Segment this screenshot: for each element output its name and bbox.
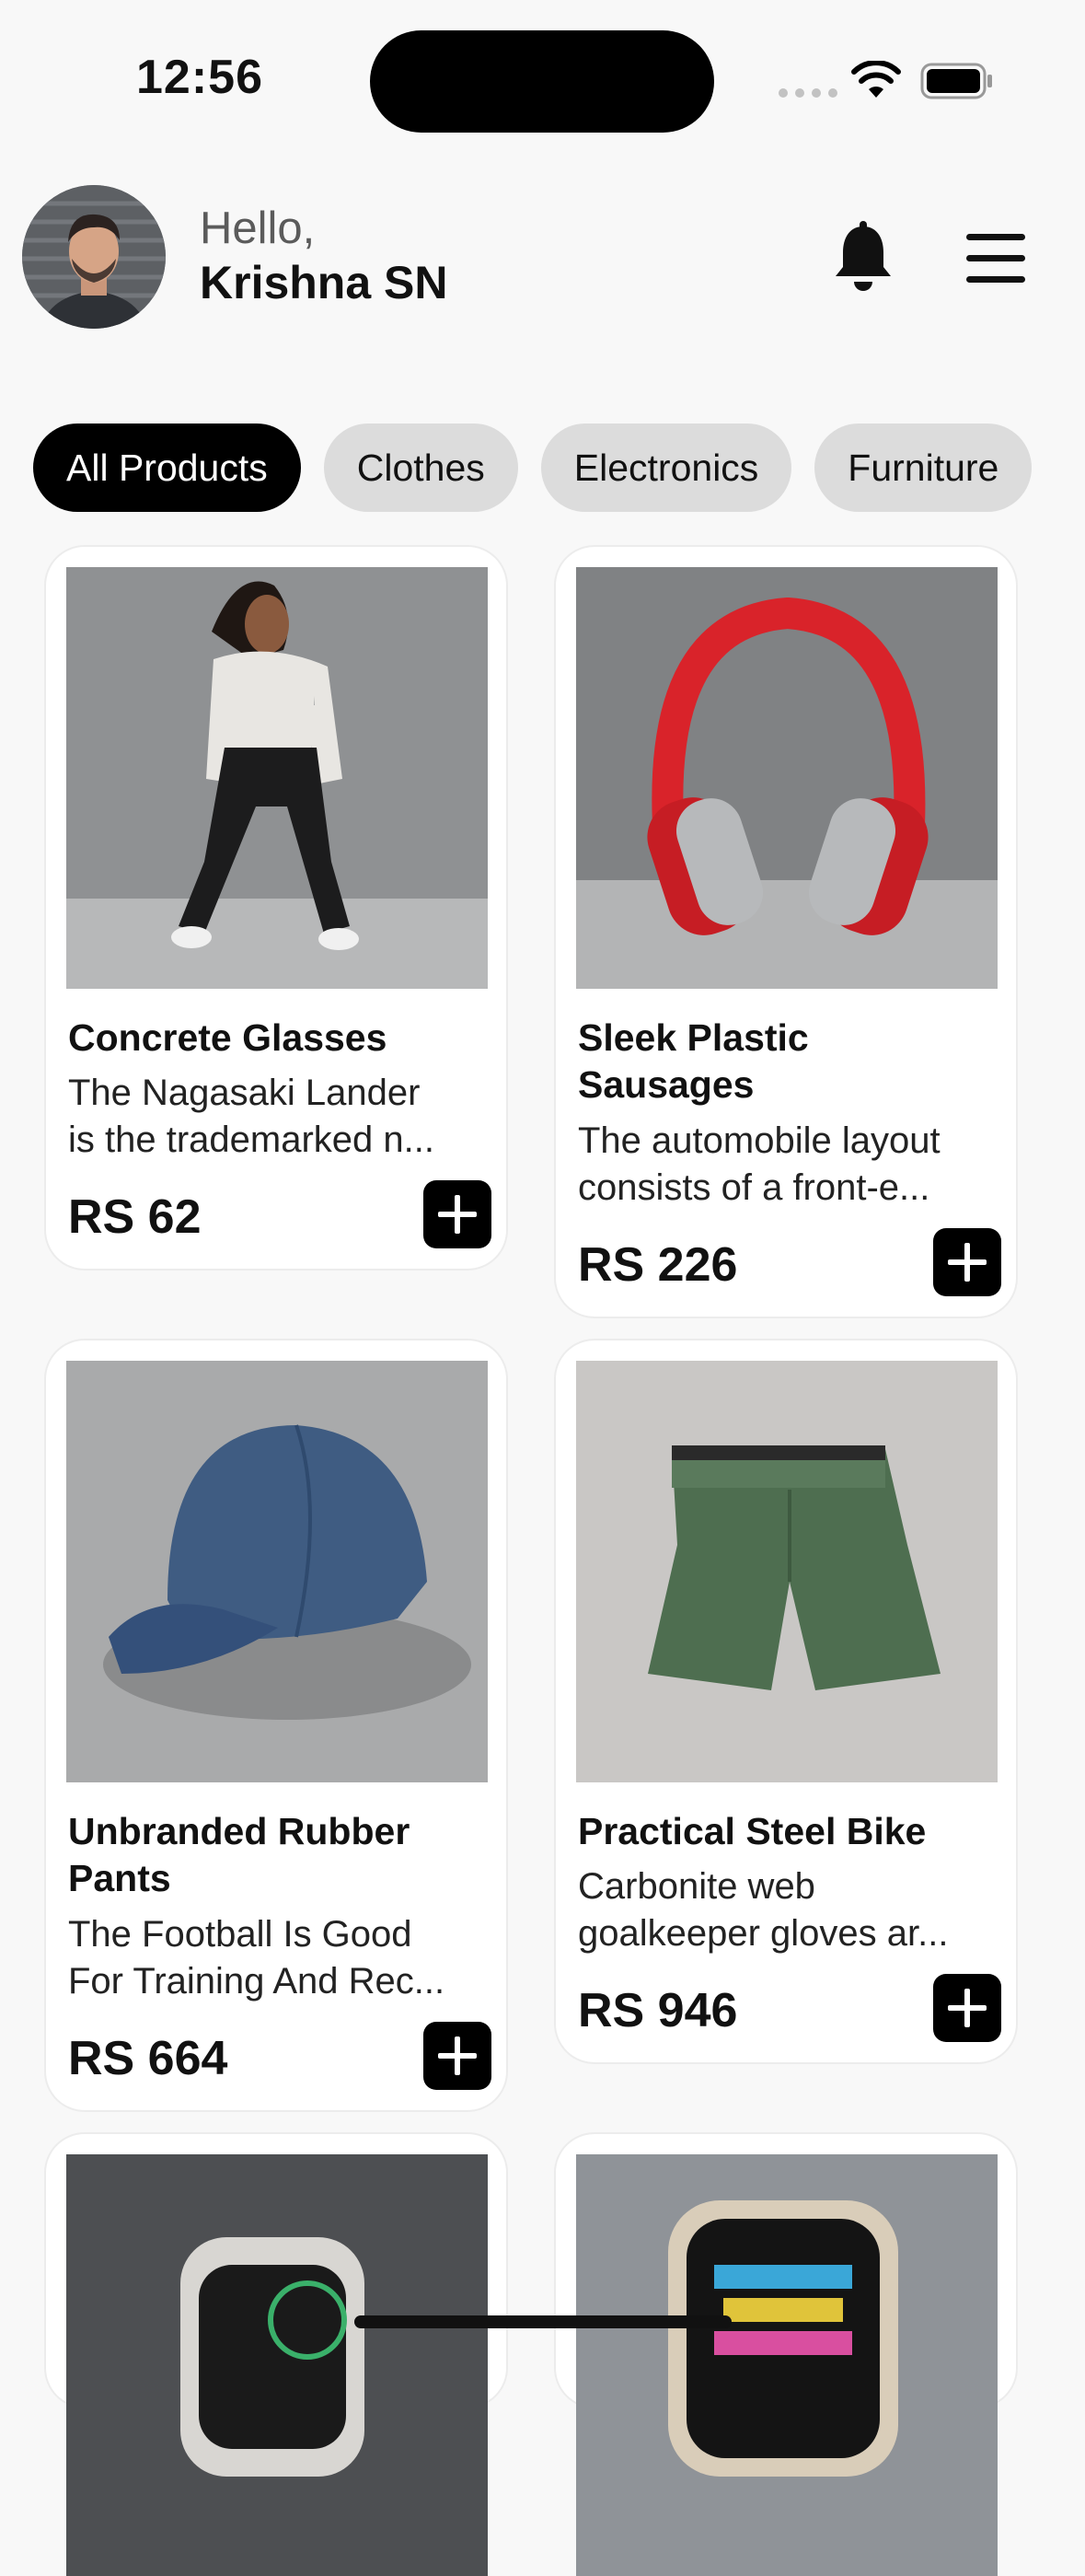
user-name: Krishna SN [200,257,448,308]
product-card[interactable] [44,2132,508,2576]
product-image [66,1361,488,1782]
product-description: The Nagasaki Lander is the trademarked n… [68,1073,434,1160]
wifi-icon [851,61,901,98]
product-price: RS 664 [68,2032,228,2085]
cellular-signal-icon [779,88,837,98]
bell-icon[interactable] [832,221,895,291]
chip-clothes[interactable]: Clothes [323,424,518,512]
product-image [576,567,998,989]
product-description: The Football Is Good For Training And Re… [68,1914,445,2002]
add-to-cart-button[interactable] [933,1974,1001,2042]
product-price: RS 62 [68,1190,202,1244]
status-time: 12:56 [136,51,263,104]
product-card[interactable] [554,2132,1018,2576]
product-card[interactable]: Practical Steel Bike Carbonite web goalk… [554,1339,1018,2064]
product-title: Unbranded Rubber Pants [68,1810,410,1899]
dynamic-island [370,30,714,133]
user-photo [22,185,166,329]
product-image [576,1361,998,1782]
product-title: Practical Steel Bike [578,1810,927,1852]
product-price: RS 226 [578,1238,738,1292]
menu-icon[interactable] [966,234,1025,297]
product-image [66,2154,488,2576]
home-indicator[interactable] [354,2315,732,2328]
add-to-cart-button[interactable] [423,2022,491,2090]
product-card[interactable]: Unbranded Rubber Pants The Football Is G… [44,1339,508,2112]
product-card[interactable]: Concrete Glasses The Nagasaki Lander is … [44,545,508,1271]
chip-all-products[interactable]: All Products [33,424,301,512]
product-image [576,2154,998,2576]
product-card[interactable]: Sleek Plastic Sausages The automobile la… [554,545,1018,1318]
product-price: RS 946 [578,1984,738,2037]
category-chips: All Products Clothes Electronics Furnitu… [33,424,1052,512]
greeting-text: Hello, [200,203,316,253]
product-image [66,567,488,989]
add-to-cart-button[interactable] [933,1228,1001,1296]
add-to-cart-button[interactable] [423,1180,491,1248]
product-description: The automobile layout consists of a fron… [578,1120,941,1208]
product-title: Sleek Plastic Sausages [578,1016,809,1106]
avatar[interactable] [22,185,166,329]
product-title: Concrete Glasses [68,1016,387,1059]
product-description: Carbonite web goalkeeper gloves ar... [578,1866,949,1954]
chip-electronics[interactable]: Electronics [540,424,792,512]
battery-icon [920,63,992,99]
chip-furniture[interactable]: Furniture [814,424,1033,512]
